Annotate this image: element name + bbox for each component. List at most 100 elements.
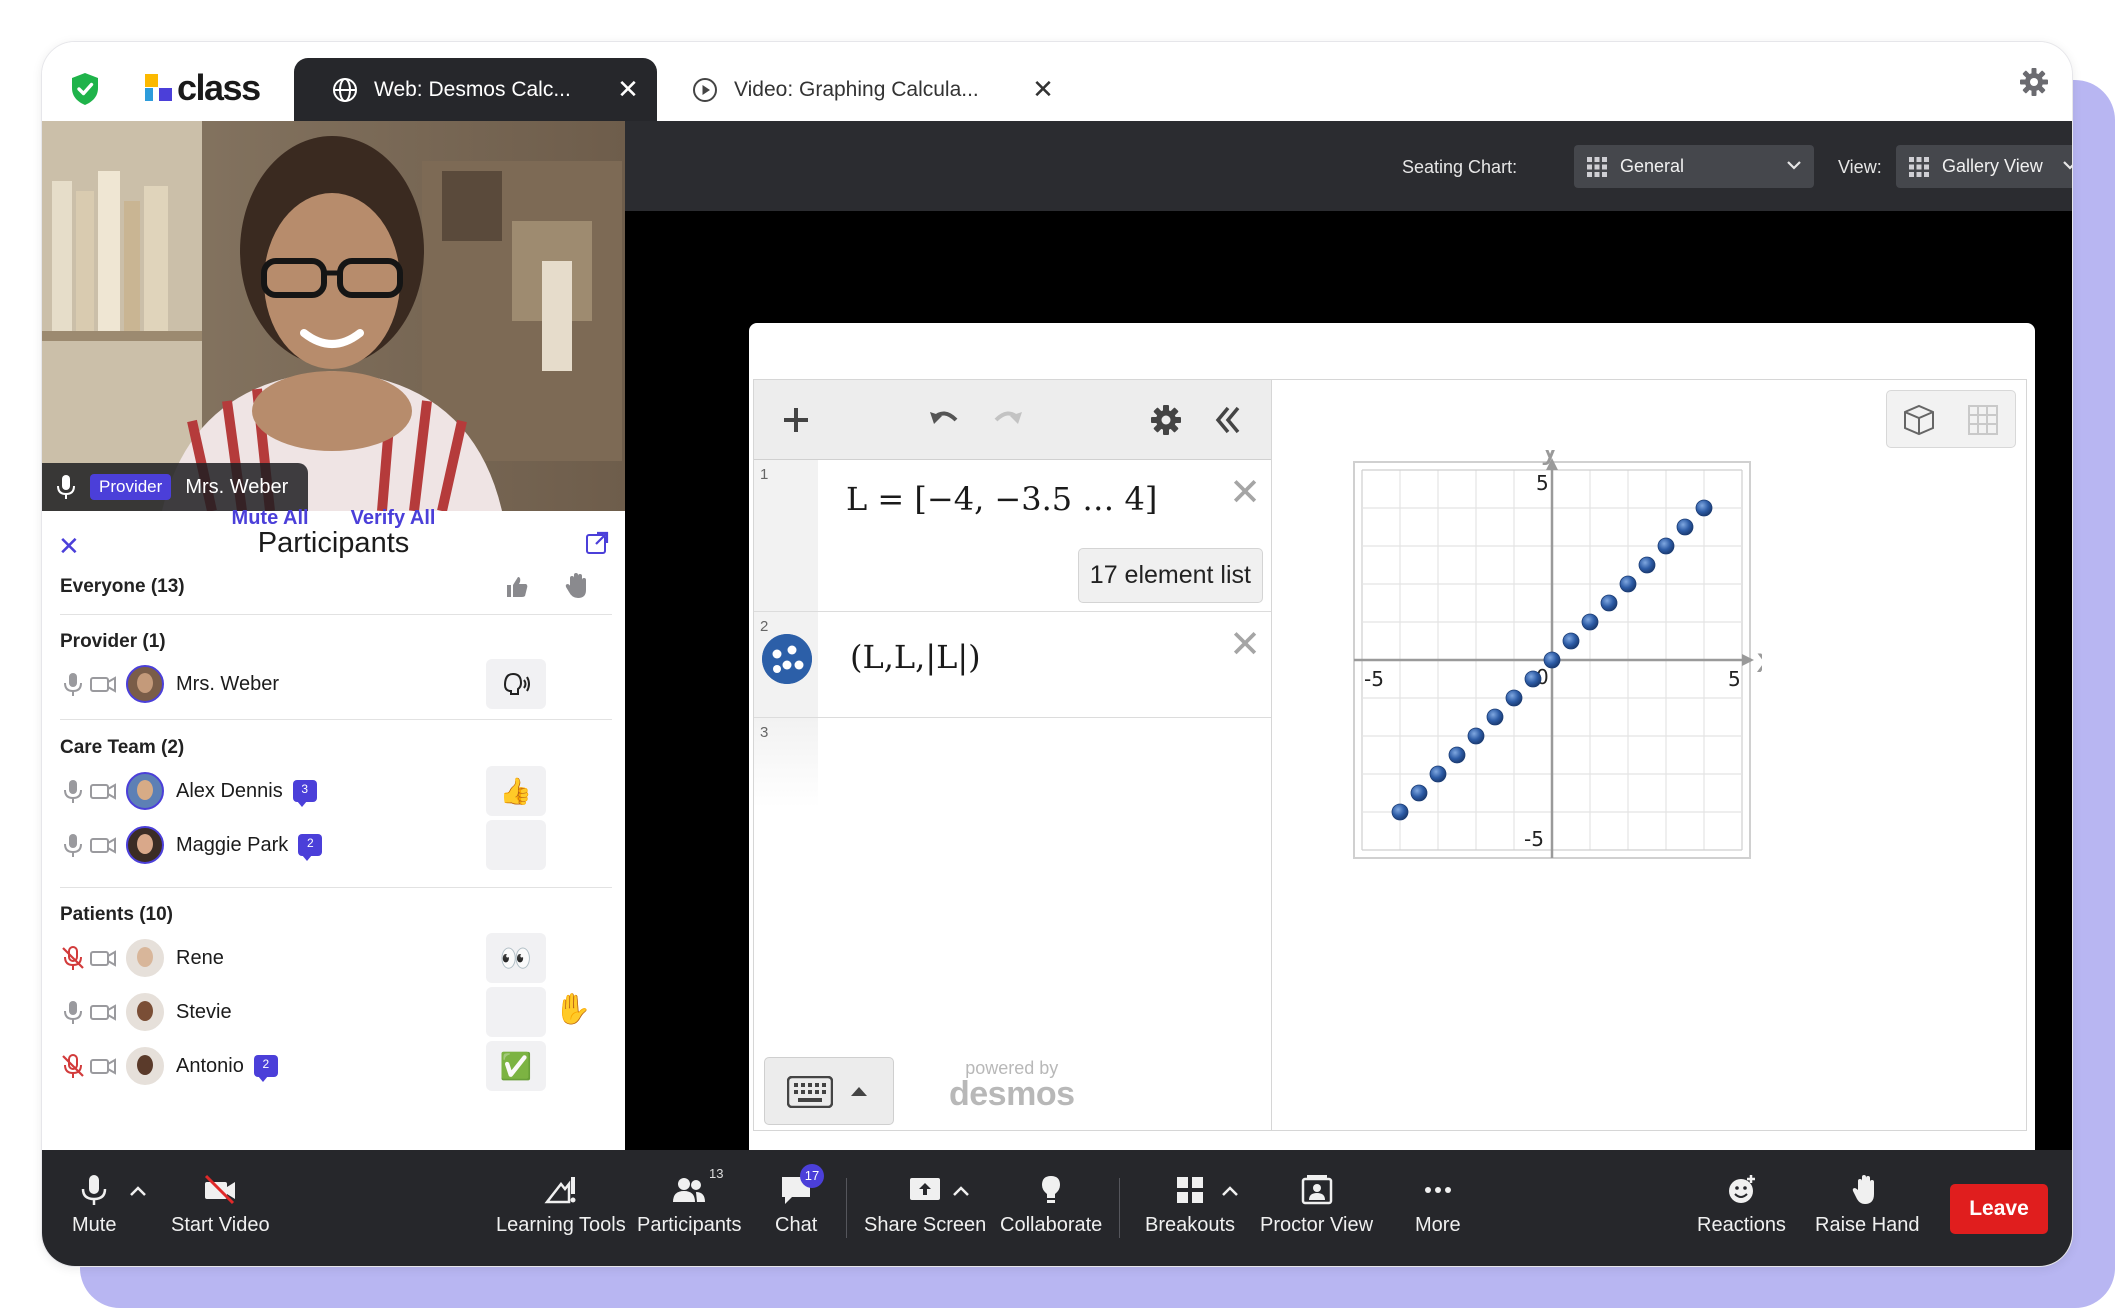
divider [60, 719, 612, 720]
expression-number: 2 [760, 618, 769, 635]
message-count-badge[interactable]: 2 [298, 834, 323, 861]
learning-tools-icon [544, 1177, 576, 1204]
delete-expression-icon[interactable]: ✕ [1229, 622, 1261, 666]
data-point [1695, 499, 1713, 517]
microphone-muted-icon[interactable] [60, 945, 86, 971]
participant-name: Rene [176, 946, 224, 969]
view-label: View: [1838, 157, 1882, 177]
add-icon[interactable] [778, 402, 814, 438]
participant-name: Stevie [176, 1000, 232, 1023]
expression-math[interactable]: L = [−4, −3.5 … 4] [846, 480, 1157, 518]
video-frame-image [42, 121, 625, 511]
message-count-badge[interactable]: 2 [253, 1055, 278, 1082]
camera-icon[interactable] [90, 945, 116, 971]
reaction-box: ✅ [486, 1041, 546, 1091]
undo-icon[interactable] [926, 402, 962, 438]
microphone-muted-icon[interactable] [60, 1053, 86, 1079]
microphone-icon[interactable] [60, 671, 86, 697]
data-point [1391, 803, 1409, 821]
tab-video[interactable]: Video: Graphing Calcula... ✕ [692, 58, 1072, 121]
raise-hand-icon[interactable] [564, 572, 590, 600]
thumbs-up-icon[interactable] [504, 574, 530, 600]
raised-hand-icon[interactable]: ✋ [554, 992, 591, 1027]
message-count-badge[interactable]: 3 [292, 780, 317, 807]
data-point [1524, 670, 1542, 688]
microphone-icon[interactable] [60, 778, 86, 804]
seating-chart-dropdown[interactable]: General [1574, 145, 1814, 188]
delete-expression-icon[interactable]: ✕ [1229, 470, 1261, 514]
graph-plot[interactable]: xy-555-50 [1342, 450, 1762, 870]
check-reaction: ✅ [499, 1050, 533, 1081]
camera-icon[interactable] [90, 999, 116, 1025]
more-button[interactable]: More [1415, 1172, 1461, 1237]
table-grid-icon[interactable] [1967, 404, 1999, 436]
breakouts-button[interactable]: Breakouts [1145, 1172, 1235, 1237]
participants-button[interactable]: Participants [637, 1172, 742, 1237]
caret-up-icon [851, 1087, 867, 1096]
gear-icon[interactable] [1148, 402, 1184, 438]
grid-icon [1587, 156, 1607, 177]
expression-math[interactable]: (L,L,|L|) [850, 638, 981, 676]
proctor-view-label: Proctor View [1260, 1214, 1374, 1236]
redo-icon[interactable] [990, 402, 1026, 438]
start-video-button[interactable]: Start Video [171, 1172, 270, 1237]
graph-panel[interactable]: xy-555-50 [1272, 379, 2027, 1131]
tab-bar: class Web: Desmos Calc... ✕ Video: Graph… [42, 42, 2072, 121]
camera-icon[interactable] [90, 1053, 116, 1079]
avatar [126, 826, 164, 864]
participant-name: Maggie Park [176, 833, 289, 856]
data-point [1600, 594, 1618, 612]
expression-toolbar [754, 380, 1271, 460]
avatar [126, 993, 164, 1031]
caret-up-icon[interactable] [1221, 1184, 1239, 1198]
point-style-icon[interactable] [762, 634, 812, 684]
collapse-panel-icon[interactable] [1210, 402, 1246, 438]
microphone-icon[interactable] [60, 999, 86, 1025]
app-window: class Web: Desmos Calc... ✕ Video: Graph… [41, 41, 2073, 1267]
speaker-namebar: Provider Mrs. Weber [42, 463, 309, 511]
3d-cube-icon[interactable] [1901, 402, 1937, 438]
gear-icon[interactable] [2018, 66, 2050, 98]
microphone-icon[interactable] [56, 474, 76, 500]
reactions-button[interactable]: Reactions [1697, 1172, 1786, 1237]
chevron-down-icon [1787, 161, 1801, 170]
reaction-box: 👀 [486, 933, 546, 983]
mute-button[interactable]: Mute [72, 1172, 116, 1237]
divider [60, 887, 612, 888]
view-dropdown[interactable]: Gallery View [1896, 145, 2072, 188]
class-logo[interactable]: class [145, 66, 261, 110]
microphone-icon[interactable] [60, 832, 86, 858]
camera-icon[interactable] [90, 671, 116, 697]
divider [846, 1178, 847, 1238]
share-screen-button[interactable]: Share Screen [864, 1172, 986, 1237]
close-icon[interactable]: ✕ [1028, 74, 1058, 105]
provider-video[interactable]: Provider Mrs. Weber [42, 121, 625, 511]
raise-hand-button[interactable]: Raise Hand [1815, 1172, 1920, 1237]
camera-icon[interactable] [90, 832, 116, 858]
collaborate-button[interactable]: Collaborate [1000, 1172, 1102, 1237]
proctor-view-button[interactable]: Proctor View [1260, 1172, 1373, 1237]
share-screen-icon [910, 1178, 941, 1200]
divider [60, 614, 612, 615]
leave-button[interactable]: Leave [1950, 1184, 2048, 1234]
tab-desmos[interactable]: Web: Desmos Calc... ✕ [294, 58, 657, 121]
learning-tools-button[interactable]: Learning Tools [496, 1172, 626, 1237]
graph-tools [1886, 390, 2016, 448]
data-point [1486, 708, 1504, 726]
close-icon[interactable]: ✕ [613, 74, 643, 105]
caret-up-icon[interactable] [952, 1184, 970, 1198]
mute-all-button[interactable]: Mute All [232, 507, 309, 530]
verify-all-button[interactable]: Verify All [351, 507, 436, 530]
camera-icon[interactable] [90, 778, 116, 804]
data-point [1410, 784, 1428, 802]
data-point [1429, 765, 1447, 783]
expression-row[interactable]: 1 L = [−4, −3.5 … 4] ✕ 17 element list [754, 460, 1271, 612]
keyboard-toggle-button[interactable] [764, 1057, 894, 1125]
logo-text: class [177, 67, 261, 108]
avatar [126, 665, 164, 703]
expression-row[interactable]: 3 [754, 718, 1271, 808]
expression-row[interactable]: 2 (L,L,|L|) ✕ [754, 612, 1271, 718]
globe-icon [333, 77, 357, 102]
caret-up-icon[interactable] [129, 1184, 147, 1198]
seating-chart-label: Seating Chart: [1402, 157, 1518, 177]
